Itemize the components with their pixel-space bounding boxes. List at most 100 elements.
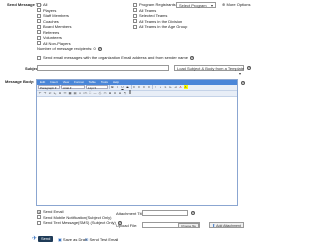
bold-button[interactable]: B <box>111 85 115 89</box>
editor-content-area[interactable] <box>37 97 237 207</box>
checkbox[interactable] <box>37 215 41 220</box>
checkbox[interactable] <box>37 30 41 35</box>
indent-icon[interactable]: ⇥ <box>174 85 178 89</box>
subject-input[interactable] <box>37 65 169 71</box>
fullscreen-icon[interactable]: ⛶ <box>88 91 92 95</box>
bullet-list-icon[interactable]: • <box>159 85 163 89</box>
checkbox[interactable] <box>37 209 41 214</box>
menu-help[interactable]: Help <box>113 80 119 84</box>
option-all-teams-division[interactable]: All Teams in the Division <box>133 19 187 25</box>
option-all-teams-age-group[interactable]: All Teams in the Age Group <box>133 24 187 30</box>
checkbox[interactable] <box>133 8 137 13</box>
paragraph-format-select[interactable]: Paragraph ▾ <box>38 84 60 90</box>
align-justify-icon[interactable]: ≡ <box>147 85 151 89</box>
help-icon[interactable]: ? <box>189 56 194 60</box>
italic-button[interactable]: I <box>116 85 120 89</box>
superscript-icon[interactable]: x² <box>48 91 52 95</box>
attachment-title-input[interactable] <box>142 210 188 216</box>
menu-insert[interactable]: Insert <box>50 80 58 84</box>
redo-icon[interactable]: ↷ <box>43 91 47 95</box>
outdent-icon[interactable]: ⇤ <box>169 85 173 89</box>
help-icon[interactable]: ? <box>97 47 102 51</box>
emoticon-icon[interactable]: ☺ <box>78 91 82 95</box>
upload-icon: ⬆ <box>212 223 216 228</box>
checkbox[interactable] <box>37 41 41 46</box>
checkbox[interactable] <box>133 13 137 18</box>
send-button[interactable]: Send <box>38 236 54 242</box>
menu-format[interactable]: Format <box>74 80 84 84</box>
menu-view[interactable]: View <box>63 80 69 84</box>
font-size-select[interactable]: 11pt ▾ <box>86 84 108 90</box>
checkbox[interactable] <box>37 8 41 13</box>
strikethrough-button[interactable]: S <box>126 85 130 89</box>
send-text-checkbox-row[interactable]: Send Text Message(SMS) (Subject Only)? <box>37 220 122 226</box>
chevron-down-icon: ▾ <box>238 71 241 76</box>
paragraph-mark-icon[interactable]: ¶ <box>123 91 127 95</box>
underline-button[interactable]: U <box>121 85 125 89</box>
checkbox[interactable] <box>37 220 41 225</box>
more-options-toggle[interactable]: ⊕ More Options <box>222 2 251 7</box>
add-attachment-button[interactable]: ⬆ Add Attachment <box>209 222 244 228</box>
toolbar-divider <box>130 85 131 89</box>
upload-file-input[interactable]: Choose file <box>142 222 200 228</box>
print-icon[interactable]: ⎙ <box>98 91 102 95</box>
align-left-icon[interactable]: ≡ <box>132 85 136 89</box>
clear-format-icon[interactable]: ⊟ <box>118 91 122 95</box>
send-test-email-button[interactable]: ✉ Send Test Email <box>85 237 118 242</box>
table-icon[interactable]: ⊞ <box>108 91 112 95</box>
numbered-list-icon[interactable]: 1. <box>164 85 168 89</box>
toolbar-divider <box>109 85 110 89</box>
horizontal-rule-icon[interactable]: — <box>93 91 97 95</box>
help-icon[interactable]: ? <box>247 66 251 70</box>
font-family-select[interactable]: Arial ▾ <box>61 84 85 90</box>
checkbox[interactable] <box>133 24 137 29</box>
save-icon: ▣ <box>58 237 62 242</box>
checkbox[interactable] <box>37 2 41 7</box>
media-icon[interactable]: ▤ <box>73 91 77 95</box>
subscript-icon[interactable]: x₂ <box>53 91 57 95</box>
checkbox[interactable] <box>37 55 41 60</box>
choose-file-button[interactable]: Choose file <box>177 223 199 228</box>
blocks-icon[interactable]: ≣ <box>128 91 132 95</box>
help-icon-wrapper: ? <box>239 80 245 85</box>
align-right-icon[interactable]: ≡ <box>142 85 146 89</box>
recipients-count: Number of message recipients: 0? <box>37 46 102 51</box>
option-board-members[interactable]: Board Members <box>37 24 71 30</box>
left-recipient-options: All Players Staff Members Coaches Board … <box>37 2 71 46</box>
send-email-option[interactable]: Send email messages with the organizatio… <box>37 55 194 60</box>
menu-edit[interactable]: Edit <box>40 80 45 84</box>
link-icon[interactable]: ⚯ <box>63 91 67 95</box>
undo-icon[interactable]: ↶ <box>38 91 42 95</box>
checkbox[interactable] <box>37 35 41 40</box>
template-icon[interactable]: ⊡ <box>113 91 117 95</box>
align-center-icon[interactable]: ≡ <box>137 85 141 89</box>
toolbar-divider <box>152 85 153 89</box>
image-icon[interactable]: ▦ <box>68 91 72 95</box>
template-select[interactable]: Load Subject & Body from a Template ▾ <box>174 65 244 76</box>
help-icon-wrapper: ? <box>189 210 195 215</box>
send-mobile-checkbox-row[interactable]: Send Mobile Notification(Subject Only) <box>37 215 122 221</box>
highlight-color-icon[interactable]: A <box>183 85 188 89</box>
option-staff-members[interactable]: Staff Members <box>37 13 71 19</box>
help-icon[interactable]: ? <box>191 211 195 215</box>
help-icon[interactable]: ? <box>241 81 245 85</box>
program-select[interactable]: Select Program ▾ <box>176 1 216 8</box>
chevron-down-icon: ▾ <box>210 2 213 8</box>
preview-icon[interactable]: ▭ <box>103 91 107 95</box>
line-height-icon[interactable]: ⁝ <box>154 85 158 89</box>
source-code-icon[interactable]: </> <box>83 91 87 95</box>
help-icon-wrapper: ? <box>245 65 251 70</box>
checkbox[interactable] <box>133 2 137 7</box>
menu-tools[interactable]: Tools <box>101 80 108 84</box>
special-char-icon[interactable]: Ω <box>58 91 62 95</box>
checkbox[interactable] <box>37 19 41 24</box>
rich-text-editor[interactable]: Edit Insert View Format Table Tools Help… <box>36 79 238 206</box>
menu-table[interactable]: Table <box>89 80 96 84</box>
envelope-icon: ✉ <box>85 237 89 242</box>
checkbox[interactable] <box>37 24 41 29</box>
checkbox[interactable] <box>133 19 137 24</box>
checkbox[interactable] <box>37 13 41 18</box>
text-color-icon[interactable]: A <box>179 85 183 89</box>
save-draft-button[interactable]: ▣ Save as Draft <box>58 237 87 242</box>
upload-file-label: Upload File: <box>116 223 138 228</box>
